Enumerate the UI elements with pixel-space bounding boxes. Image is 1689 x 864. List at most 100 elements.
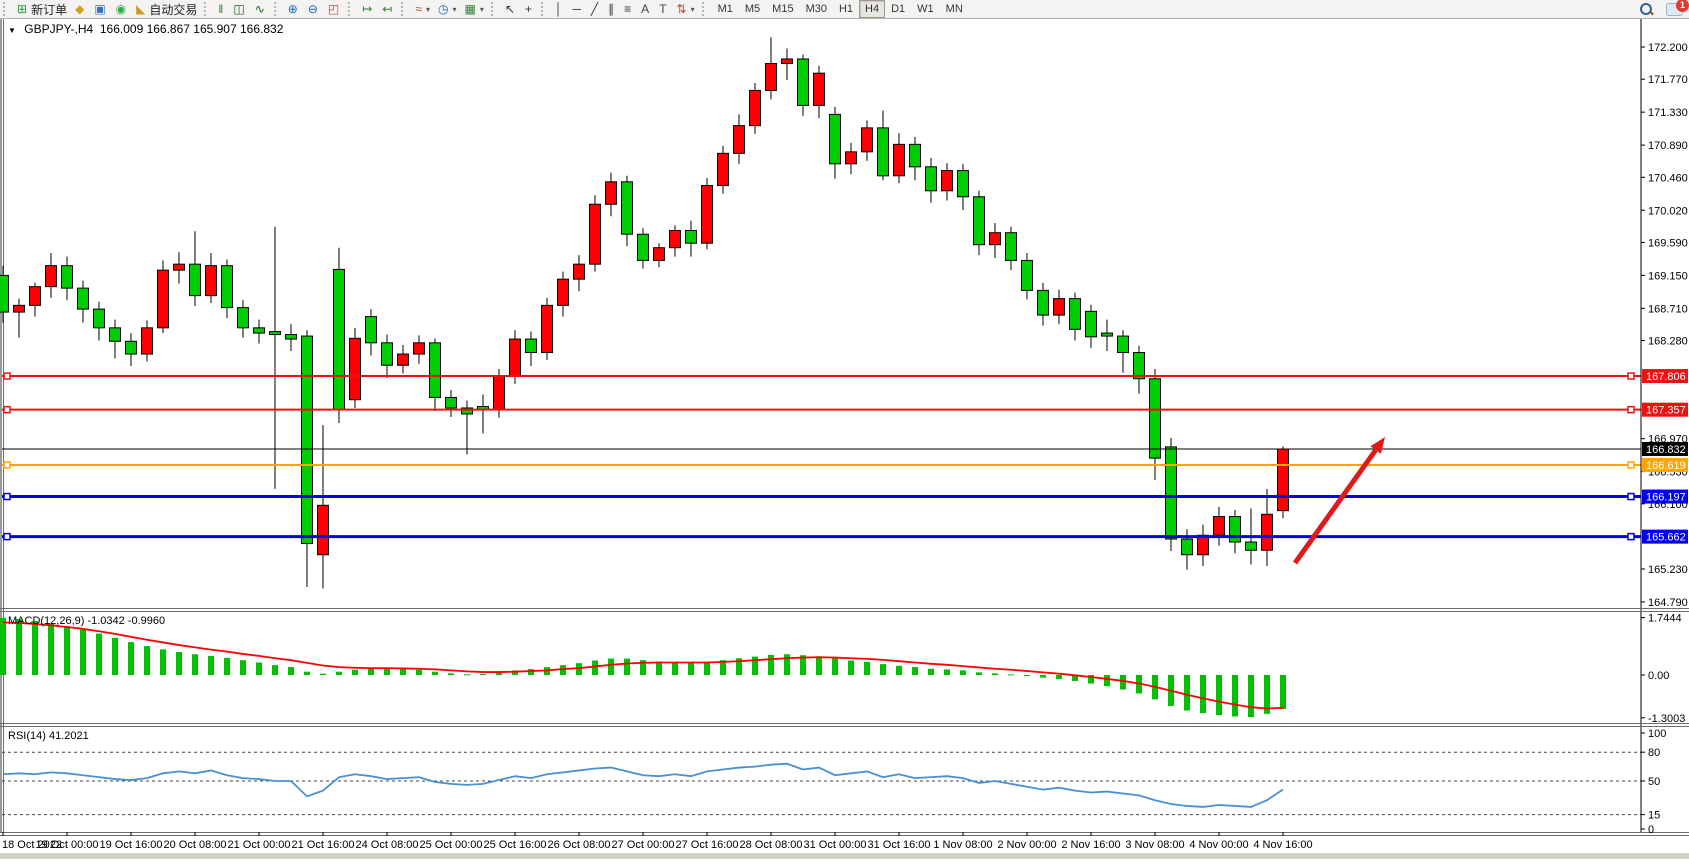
autotrading-icon: ◣ xyxy=(136,2,145,16)
bar-chart-button[interactable]: ‖ xyxy=(214,0,229,18)
price-axis-tick: 170.460 xyxy=(1648,172,1688,184)
chevron-down-icon: ▾ xyxy=(426,5,430,14)
chart-window[interactable]: 172.200171.770171.330170.890170.460170.0… xyxy=(0,0,1689,859)
clock-icon: ◷ xyxy=(438,2,448,16)
rsi-axis-tick: 0 xyxy=(1648,824,1654,836)
zoom-in-button[interactable]: ⊕ xyxy=(284,0,304,18)
signals-button[interactable]: ◉ xyxy=(112,0,132,18)
templates-button[interactable]: ▦▾ xyxy=(460,0,487,18)
time-axis-label: 3 Nov 08:00 xyxy=(1125,839,1184,851)
text-label-icon: T xyxy=(659,2,666,16)
macd-indicator-label: MACD(12,26,9) -1.0342 -0.9960 xyxy=(8,615,165,627)
hline-handle[interactable] xyxy=(4,462,10,468)
rsi-indicator-label: RSI(14) 41.2021 xyxy=(8,730,89,742)
trendline-button[interactable]: ╱ xyxy=(587,0,604,18)
price-level-label: 166.197 xyxy=(1646,492,1686,504)
metaeditor-button[interactable]: ◆ xyxy=(71,0,90,18)
fibonacci-button[interactable]: ≡ xyxy=(620,0,637,18)
price-axis-tick: 169.590 xyxy=(1648,237,1688,249)
hline-handle[interactable] xyxy=(4,407,10,413)
tile-windows-button[interactable]: ◰ xyxy=(324,0,345,18)
line-chart-icon: ∿ xyxy=(255,2,265,16)
chart-shift-button[interactable]: ↤ xyxy=(378,0,398,18)
price-level-label: 166.619 xyxy=(1646,460,1686,472)
vertical-line-button[interactable]: │ xyxy=(551,0,569,18)
text-label-button[interactable]: T xyxy=(655,0,672,18)
new-order-button[interactable]: ⊞ 新订单 xyxy=(13,0,71,18)
price-axis-tick: 171.770 xyxy=(1648,74,1688,86)
time-axis-label: 2 Nov 16:00 xyxy=(1061,839,1120,851)
timeframe-button-m5[interactable]: M5 xyxy=(739,0,766,18)
terminal-icon: ▣ xyxy=(94,2,105,16)
zoom-out-icon: ⊖ xyxy=(308,2,318,16)
timeframe-button-m15[interactable]: M15 xyxy=(766,0,799,18)
chart-menu-triangle-icon[interactable]: ▼ xyxy=(8,26,16,35)
hline-handle[interactable] xyxy=(1628,407,1634,413)
indicators-button[interactable]: ≈▾ xyxy=(411,0,434,18)
arrows-button[interactable]: ⇅▾ xyxy=(673,0,699,18)
time-axis-label: 27 Oct 16:00 xyxy=(676,839,739,851)
autotrading-button[interactable]: ◣自动交易 xyxy=(132,0,201,18)
cursor-button[interactable]: ↖ xyxy=(501,0,521,18)
time-axis-label: 2 Nov 00:00 xyxy=(997,839,1056,851)
crosshair-button[interactable]: + xyxy=(521,0,538,18)
zoom-in-icon: ⊕ xyxy=(288,2,298,16)
symbol-ohlc: 166.009 166.867 165.907 166.832 xyxy=(100,22,284,36)
timeframe-button-h4[interactable]: H4 xyxy=(859,0,885,18)
search-icon[interactable] xyxy=(1640,3,1652,15)
toolbar-grip xyxy=(274,2,281,16)
time-axis-label: 31 Oct 16:00 xyxy=(868,839,931,851)
time-axis-label: 27 Oct 00:00 xyxy=(612,839,675,851)
new-order-icon: ⊞ xyxy=(17,2,27,16)
terminal-button[interactable]: ▣ xyxy=(90,0,111,18)
hline-handle[interactable] xyxy=(4,373,10,379)
timeframe-button-m30[interactable]: M30 xyxy=(800,0,833,18)
time-axis-label: 1 Nov 08:00 xyxy=(933,839,992,851)
metaeditor-icon: ◆ xyxy=(75,2,84,16)
timeframe-button-d1[interactable]: D1 xyxy=(885,0,911,18)
auto-scroll-button[interactable]: ↦ xyxy=(358,0,378,18)
line-chart-button[interactable]: ∿ xyxy=(251,0,271,18)
chart-symbol-label: ▼ GBPJPY-,H4 166.009 166.867 165.907 166… xyxy=(8,22,283,36)
text-button[interactable]: A xyxy=(637,0,655,18)
templates-icon: ▦ xyxy=(464,2,475,16)
hline-handle[interactable] xyxy=(4,494,10,500)
zoom-out-button[interactable]: ⊖ xyxy=(304,0,324,18)
rsi-axis-tick: 80 xyxy=(1648,747,1660,759)
timeframe-button-h1[interactable]: H1 xyxy=(833,0,859,18)
price-axis-tick: 171.330 xyxy=(1648,107,1688,119)
price-chart-canvas[interactable]: 172.200171.770171.330170.890170.460170.0… xyxy=(0,0,1689,859)
rsi-axis-tick: 15 xyxy=(1648,810,1660,822)
hline-handle[interactable] xyxy=(4,534,10,540)
timeframe-button-m1[interactable]: M1 xyxy=(712,0,739,18)
crosshair-icon: + xyxy=(525,2,532,16)
hline-handle[interactable] xyxy=(1628,494,1634,500)
fibonacci-icon: ≡ xyxy=(624,2,631,16)
hline-handle[interactable] xyxy=(1628,462,1634,468)
timeframe-button-w1[interactable]: W1 xyxy=(911,0,940,18)
notifications-icon[interactable]: 1 xyxy=(1666,3,1683,16)
price-level-label: 165.662 xyxy=(1646,532,1686,544)
horizontal-line-button[interactable]: ─ xyxy=(568,0,587,18)
hline-handle[interactable] xyxy=(1628,373,1634,379)
hline-handle[interactable] xyxy=(1628,534,1634,540)
time-axis-label: 21 Oct 00:00 xyxy=(228,839,291,851)
periods-button[interactable]: ◷▾ xyxy=(434,0,461,18)
price-axis-tick: 172.200 xyxy=(1648,42,1688,54)
candlestick-chart-button[interactable]: ◫ xyxy=(229,0,250,18)
new-order-button-label: 新订单 xyxy=(31,1,67,18)
toolbar-grip xyxy=(541,2,548,16)
vertical-line-icon: │ xyxy=(555,2,563,16)
channel-icon: ∥ xyxy=(608,2,614,16)
channel-button[interactable]: ∥ xyxy=(604,0,620,18)
price-axis-tick: 168.280 xyxy=(1648,336,1688,348)
price-level-label: 167.357 xyxy=(1646,405,1686,417)
text-icon: A xyxy=(641,2,649,16)
timeframe-button-mn[interactable]: MN xyxy=(940,0,969,18)
arrows-icon: ⇅ xyxy=(677,2,687,16)
time-axis-label: 21 Oct 16:00 xyxy=(292,839,355,851)
rsi-axis-tick: 50 xyxy=(1648,776,1660,788)
signals-icon: ◉ xyxy=(116,2,126,16)
macd-axis-tick: -1.3003 xyxy=(1648,713,1685,725)
price-axis-tick: 164.790 xyxy=(1648,597,1688,609)
